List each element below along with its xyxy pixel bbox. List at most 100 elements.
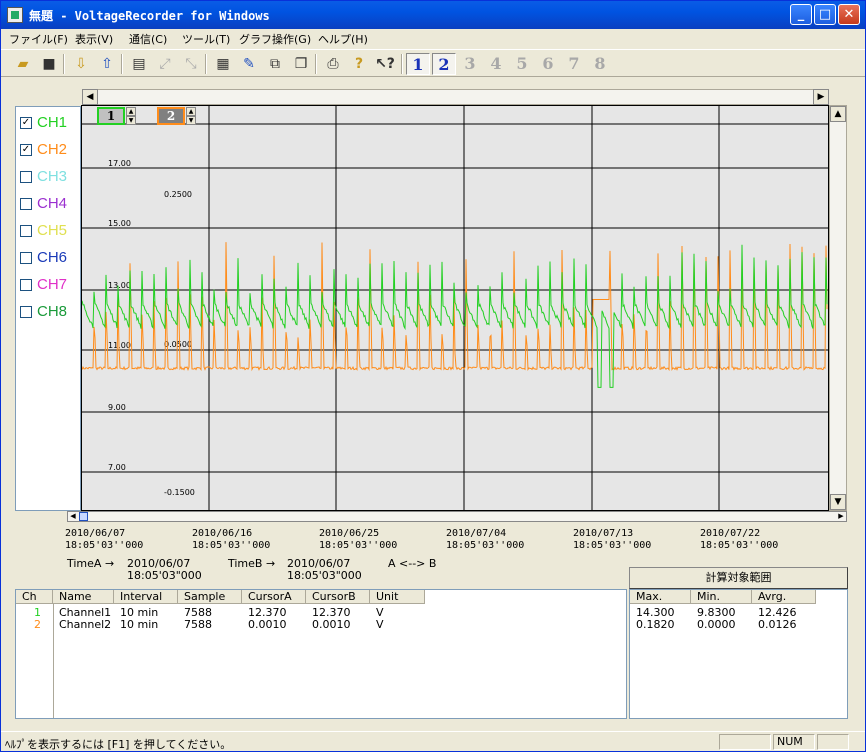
menu-help[interactable]: ヘルプ(H) <box>318 31 368 47</box>
scroll-down-arrow-icon[interactable]: ▼ <box>830 494 846 510</box>
y-axis-tick-ch1: 13.00 <box>108 281 131 290</box>
scroll-right-arrow-icon[interactable]: ▶ <box>836 512 846 521</box>
col-header-interval[interactable]: Interval <box>114 590 178 604</box>
x-axis-date: 2010/07/13 <box>573 528 634 539</box>
save-icon[interactable]: ■ <box>39 54 59 74</box>
grid-icon[interactable]: ▦ <box>213 54 233 74</box>
minimize-button[interactable]: _ <box>790 4 812 25</box>
title-bar[interactable]: 無題 - VoltageRecorder for Windows _ □ ✕ <box>1 1 865 29</box>
y-axis-tick-ch1: 7.00 <box>108 463 126 472</box>
table-cell-unit: V <box>376 618 384 631</box>
menu-bar: ファイル(F) 表示(V) 通信(C) ツール(T) グラフ操作(G) ヘルプ(… <box>1 29 865 48</box>
timeB-label: TimeB → <box>228 557 276 570</box>
status-bar: ﾍﾙﾌﾟを表示するには [F1] を押してください。 NUM <box>1 731 865 751</box>
scroll-thumb[interactable] <box>79 512 88 521</box>
y-axis-tick-ch2: 0.0500 <box>164 340 192 349</box>
channel-label: CH1 <box>37 114 68 131</box>
channel-label: CH6 <box>37 249 68 266</box>
checkbox[interactable] <box>20 225 32 237</box>
bottom-horizontal-scrollbar[interactable]: ◀ ▶ <box>67 511 847 522</box>
channel-info-table[interactable]: Ch Name Interval Sample CursorA CursorB … <box>15 589 627 719</box>
spin-down-icon[interactable]: ▼ <box>126 116 136 125</box>
page-button-4[interactable]: 4 <box>484 53 508 75</box>
page-button-6[interactable]: 6 <box>536 53 560 75</box>
zoom-out-icon[interactable]: ⤡ <box>181 54 201 74</box>
menu-file[interactable]: ファイル(F) <box>9 31 68 47</box>
checkbox[interactable] <box>20 279 32 291</box>
page-button-1[interactable]: 1 <box>406 53 430 75</box>
calc-range-button[interactable]: 計算対象範囲 <box>629 567 848 589</box>
y-axis-tick-ch1: 15.00 <box>108 219 131 228</box>
zoom-in-icon[interactable]: ⤢ <box>155 54 175 74</box>
top-horizontal-scrollbar[interactable]: ◀ ▶ <box>82 89 829 105</box>
status-cell-caps <box>719 734 771 750</box>
menu-graph[interactable]: グラフ操作(G) <box>239 31 311 47</box>
download-icon[interactable]: ⇩ <box>71 54 91 74</box>
page-button-8[interactable]: 8 <box>588 53 612 75</box>
open-icon[interactable]: ▰ <box>13 54 33 74</box>
status-cell-scroll <box>817 734 849 750</box>
scroll-left-arrow-icon[interactable]: ◀ <box>82 89 98 105</box>
stats-cell-min: 0.0000 <box>697 618 736 631</box>
scroll-right-arrow-icon[interactable]: ▶ <box>813 89 829 105</box>
toolbar-separator <box>205 54 207 74</box>
checkbox[interactable]: ✓ <box>20 117 32 129</box>
checkbox[interactable] <box>20 171 32 183</box>
menu-tools[interactable]: ツール(T) <box>182 31 230 47</box>
scroll-left-arrow-icon[interactable]: ◀ <box>68 512 78 521</box>
col-header-ch[interactable]: Ch <box>16 590 53 604</box>
close-button[interactable]: ✕ <box>838 4 860 25</box>
col-header-max[interactable]: Max. <box>630 590 691 604</box>
spin-up-icon[interactable]: ▲ <box>126 107 136 116</box>
print-icon[interactable]: ⎙ <box>323 54 343 74</box>
x-axis-time: 18:05'03''000 <box>573 540 652 551</box>
ch1-scale-value[interactable]: 1 <box>97 107 125 125</box>
pen-icon[interactable]: ✎ <box>239 54 259 74</box>
upload-icon[interactable]: ⇧ <box>97 54 117 74</box>
help-icon[interactable]: ? <box>349 54 369 74</box>
timeA-time: 18:05'03"000 <box>127 569 202 582</box>
context-help-icon[interactable]: ↖? <box>375 54 395 74</box>
table-cell-cursorA: 0.0010 <box>248 618 287 631</box>
status-num: NUM <box>773 734 815 750</box>
x-axis-date-label: 2010/06/25 18:05'03''000 <box>319 528 397 552</box>
spin-up-icon[interactable]: ▲ <box>186 107 196 116</box>
x-axis-date: 2010/06/07 <box>65 528 126 539</box>
col-header-cursorB[interactable]: CursorB <box>306 590 370 604</box>
page-button-2[interactable]: 2 <box>432 53 456 75</box>
scroll-up-arrow-icon[interactable]: ▲ <box>830 106 846 122</box>
page-button-5[interactable]: 5 <box>510 53 534 75</box>
checkbox[interactable]: ✓ <box>20 144 32 156</box>
voltage-chart[interactable]: 17.0015.0013.0011.009.007.000.25000.0500… <box>82 106 828 510</box>
checkbox[interactable] <box>20 252 32 264</box>
x-axis-time: 18:05'03''000 <box>319 540 398 551</box>
checkbox[interactable] <box>20 198 32 210</box>
checkbox[interactable] <box>20 306 32 318</box>
document-icon[interactable]: ▤ <box>129 54 149 74</box>
col-header-cursorA[interactable]: CursorA <box>242 590 306 604</box>
x-axis-time: 18:05'03''000 <box>65 540 144 551</box>
maximize-button[interactable]: □ <box>814 4 836 25</box>
page-button-7[interactable]: 7 <box>562 53 586 75</box>
channel-label: CH2 <box>37 141 68 158</box>
ch2-scale-value[interactable]: 2 <box>157 107 185 125</box>
col-header-name[interactable]: Name <box>53 590 114 604</box>
app-icon[interactable] <box>7 7 23 23</box>
col-header-sample[interactable]: Sample <box>178 590 242 604</box>
channel-list: ✓ CH1 ✓ CH2 CH3 CH4 CH5 CH6 CH7 CH8 <box>15 106 81 511</box>
stats-cell-avg: 0.0126 <box>758 618 797 631</box>
x-axis-date-label: 2010/07/13 18:05'03''000 <box>573 528 651 552</box>
copy-icon[interactable]: ⧉ <box>265 54 285 74</box>
graph-area[interactable]: 17.00 15.00 13.00 11.00 9.00 7.00 0.2500 0.0500… <box>81 105 829 511</box>
vertical-scrollbar[interactable]: ▲ ▼ <box>829 105 847 511</box>
menu-view[interactable]: 表示(V) <box>75 31 113 47</box>
page-button-3[interactable]: 3 <box>458 53 482 75</box>
col-header-avg[interactable]: Avrg. <box>752 590 816 604</box>
col-header-min[interactable]: Min. <box>691 590 752 604</box>
menu-communication[interactable]: 通信(C) <box>129 31 167 47</box>
window-icon[interactable]: ❐ <box>291 54 311 74</box>
stats-table[interactable]: Max. Min. Avrg. 14.300 9.8300 12.426 0.1820… <box>629 589 848 719</box>
col-header-unit[interactable]: Unit <box>370 590 425 604</box>
stats-cell-max: 0.1820 <box>636 618 675 631</box>
spin-down-icon[interactable]: ▼ <box>186 116 196 125</box>
